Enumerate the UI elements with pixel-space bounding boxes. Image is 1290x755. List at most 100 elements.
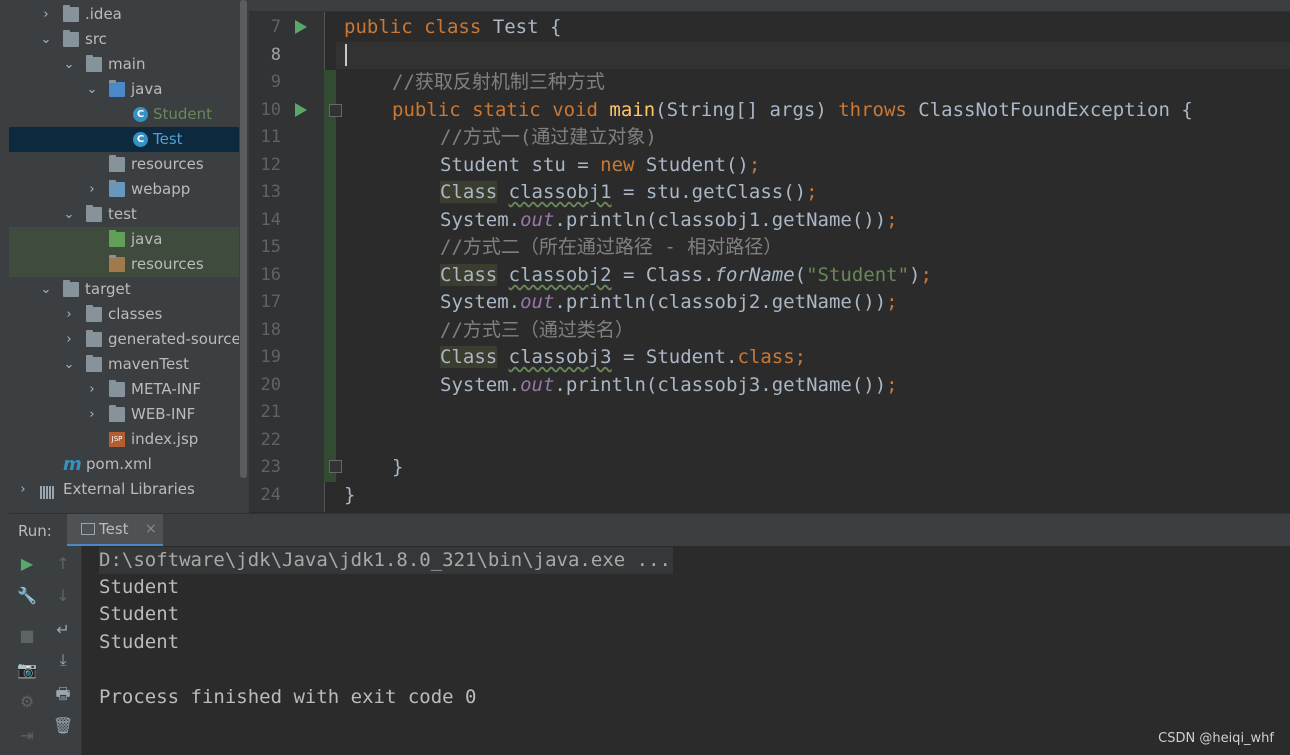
chevron-right-icon[interactable]: › — [39, 2, 53, 27]
tree-item-maventest[interactable]: ⌄ mavenTest — [9, 352, 239, 377]
static-method: forName — [714, 264, 795, 286]
scroll-to-end-icon[interactable]: ⤓ — [53, 650, 73, 670]
chevron-right-icon[interactable]: › — [62, 302, 76, 327]
tree-item-label: .idea — [85, 5, 122, 23]
project-tree[interactable]: › .idea ⌄ src ⌄ main ⌄ java C Student C … — [9, 0, 239, 513]
console-command-line[interactable]: D:\software\jdk\Java\jdk1.8.0_321\bin\ja… — [99, 547, 673, 574]
tree-item-label: resources — [131, 255, 204, 273]
code-text: = Student. — [611, 346, 738, 368]
folder-icon — [86, 55, 102, 72]
ide-window: › .idea ⌄ src ⌄ main ⌄ java C Student C … — [0, 0, 1290, 755]
run-main-icon[interactable] — [295, 103, 307, 117]
keyword: static — [472, 99, 541, 121]
tree-item-student[interactable]: C Student — [9, 102, 239, 127]
line-number: 15 — [260, 237, 281, 257]
arrow-up-icon[interactable]: ↑ — [53, 554, 73, 574]
keyword: new — [600, 154, 635, 176]
camera-icon[interactable]: 📷 — [17, 660, 37, 680]
tree-item-external-libraries[interactable]: › External Libraries — [9, 477, 239, 502]
tree-item-label: java — [131, 230, 163, 248]
tree-item-test-resources[interactable]: resources — [9, 252, 239, 277]
code-line-14: System.out.println(classobj1.getName()); — [440, 207, 898, 234]
exit-icon[interactable]: ⇥ — [17, 726, 37, 746]
tree-item-label: mavenTest — [108, 355, 189, 373]
folder-icon — [86, 305, 102, 322]
folder-icon — [109, 405, 125, 422]
print-icon[interactable]: 🖶 — [53, 684, 73, 704]
line-number: 11 — [260, 127, 281, 147]
run-panel-header: Run: Test × — [9, 513, 1290, 547]
trash-icon[interactable]: 🗑 — [53, 716, 73, 736]
code-text: = stu.getClass() — [611, 181, 807, 203]
tree-item-main[interactable]: ⌄ main — [9, 52, 239, 77]
folder-icon — [86, 205, 102, 222]
tree-item-label: WEB-INF — [131, 405, 196, 423]
tree-item-idea[interactable]: › .idea — [9, 2, 239, 27]
tree-item-generated-sources[interactable]: › generated-sources — [9, 327, 239, 352]
variable: classobj3 — [508, 346, 612, 368]
libraries-icon — [40, 482, 56, 499]
semicolon: ; — [806, 181, 818, 203]
chevron-right-icon[interactable]: › — [16, 477, 30, 502]
tree-item-label: src — [85, 30, 107, 48]
chevron-down-icon[interactable]: ⌄ — [62, 52, 76, 77]
chevron-down-icon[interactable]: ⌄ — [62, 352, 76, 377]
console-line: Student — [99, 576, 180, 598]
tree-item-index-jsp[interactable]: JSP index.jsp — [9, 427, 239, 452]
folder-icon — [86, 355, 102, 372]
tree-item-target[interactable]: ⌄ target — [9, 277, 239, 302]
rerun-icon[interactable]: ▶ — [17, 554, 37, 574]
code-text: = Class. — [611, 264, 715, 286]
chevron-down-icon[interactable]: ⌄ — [62, 202, 76, 227]
chevron-right-icon[interactable]: › — [85, 377, 99, 402]
soft-wrap-icon[interactable]: ↵ — [53, 620, 73, 640]
scrollbar-thumb[interactable] — [240, 0, 247, 478]
tree-item-web-inf[interactable]: › WEB-INF — [9, 402, 239, 427]
semicolon: ; — [794, 346, 807, 368]
keyword: class — [424, 16, 482, 38]
line-number: 21 — [260, 402, 281, 422]
folder-icon — [63, 30, 79, 47]
stop-icon[interactable]: ■ — [17, 626, 37, 646]
tree-item-java[interactable]: ⌄ java — [9, 77, 239, 102]
keyword: void — [552, 99, 598, 121]
tree-item-test-java[interactable]: java — [9, 227, 239, 252]
tree-item-meta-inf[interactable]: › META-INF — [9, 377, 239, 402]
close-icon[interactable]: × — [145, 521, 157, 537]
chevron-down-icon[interactable]: ⌄ — [39, 277, 53, 302]
chevron-right-icon[interactable]: › — [85, 402, 99, 427]
tree-item-label: target — [85, 280, 131, 298]
code-line-11: //方式一(通过建立对象) — [440, 126, 657, 148]
settings-icon[interactable]: ⚙ — [17, 692, 37, 712]
chevron-down-icon[interactable]: ⌄ — [85, 77, 99, 102]
run-class-icon[interactable] — [295, 20, 307, 34]
tree-item-src[interactable]: ⌄ src — [9, 27, 239, 52]
run-tab-test[interactable]: Test × — [67, 514, 163, 547]
chevron-right-icon[interactable]: › — [85, 177, 99, 202]
tree-item-test-class[interactable]: C Test — [9, 127, 239, 152]
web-folder-icon — [109, 180, 125, 197]
tree-item-resources[interactable]: resources — [9, 152, 239, 177]
tree-item-label: Test — [153, 130, 183, 148]
line-number: 12 — [260, 155, 281, 175]
wrench-icon[interactable]: 🔧 — [17, 586, 37, 606]
code-line-13: Class classobj1 = stu.getClass(); — [440, 179, 818, 206]
chevron-right-icon[interactable]: › — [62, 327, 76, 352]
tree-item-pom-xml[interactable]: m pom.xml — [9, 452, 239, 477]
type-name: Class — [440, 264, 498, 286]
tree-item-classes[interactable]: › classes — [9, 302, 239, 327]
tree-item-webapp[interactable]: › webapp — [9, 177, 239, 202]
editor-tab-strip[interactable] — [249, 0, 1290, 12]
tree-item-test[interactable]: ⌄ test — [9, 202, 239, 227]
project-scrollbar[interactable] — [239, 0, 249, 513]
tree-item-label: resources — [131, 155, 204, 173]
line-number: 23 — [260, 457, 281, 477]
chevron-down-icon[interactable]: ⌄ — [39, 27, 53, 52]
code-editor[interactable]: public class Test { //获取反射机制三种方式 public … — [336, 12, 1290, 512]
keyword: public — [344, 16, 413, 38]
console-output[interactable]: D:\software\jdk\Java\jdk1.8.0_321\bin\ja… — [82, 546, 1290, 755]
tree-item-label: META-INF — [131, 380, 202, 398]
arrow-down-icon[interactable]: ↓ — [53, 586, 73, 606]
semicolon: ; — [886, 374, 898, 396]
java-class-icon: C — [133, 132, 148, 147]
